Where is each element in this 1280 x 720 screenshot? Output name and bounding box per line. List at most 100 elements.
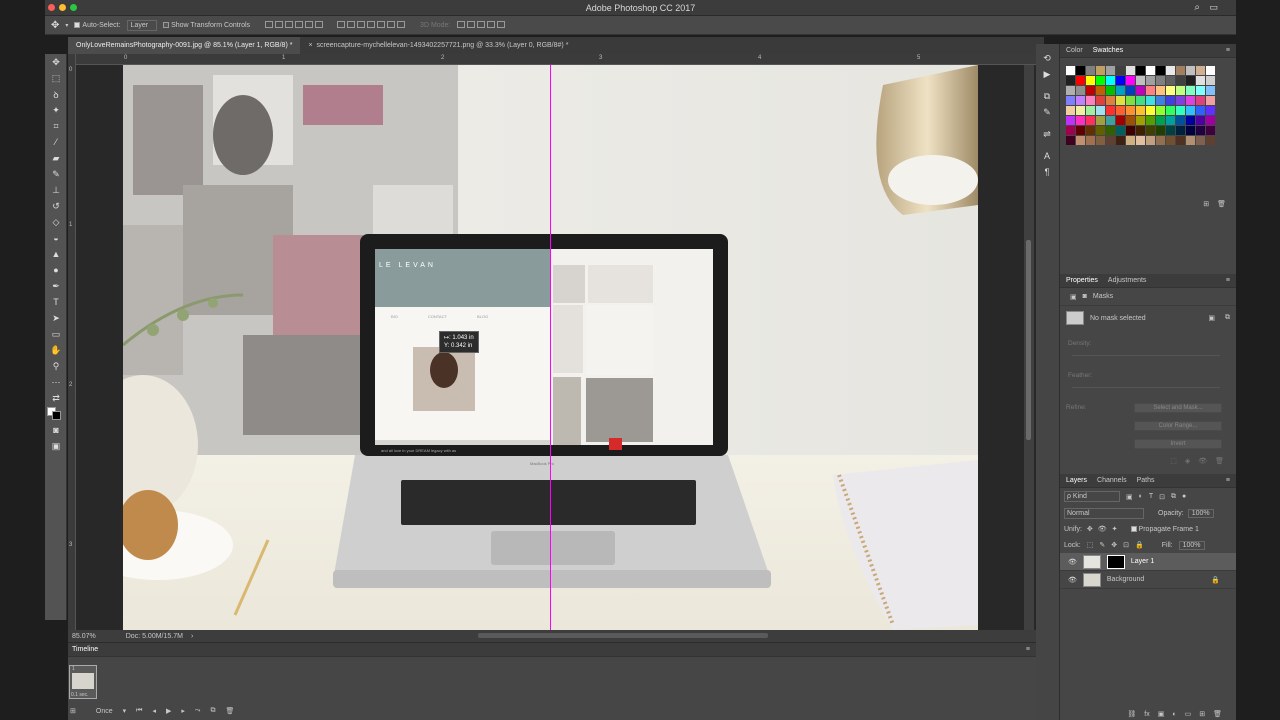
color-swatch[interactable] bbox=[1166, 116, 1175, 125]
stamp-tool-icon[interactable]: ⊥ bbox=[45, 182, 67, 198]
color-swatch[interactable] bbox=[1116, 86, 1125, 95]
color-swatch[interactable] bbox=[1196, 96, 1205, 105]
unify-position-icon[interactable]: ✥ bbox=[1087, 525, 1093, 533]
color-swatch[interactable] bbox=[1156, 76, 1165, 85]
filter-type-icon[interactable]: T bbox=[1149, 493, 1153, 500]
auto-select-checkbox[interactable]: Auto-Select: bbox=[74, 22, 121, 29]
color-swatch[interactable] bbox=[1156, 136, 1165, 145]
color-swatch[interactable] bbox=[1206, 116, 1215, 125]
color-swatch[interactable] bbox=[1096, 126, 1105, 135]
color-swatch[interactable] bbox=[1066, 76, 1075, 85]
color-swatch[interactable] bbox=[1106, 66, 1115, 75]
tab-channels[interactable]: Channels bbox=[1097, 477, 1127, 484]
tween-icon[interactable]: ⤳ bbox=[195, 707, 201, 715]
color-swatch[interactable] bbox=[1086, 126, 1095, 135]
color-swatch[interactable] bbox=[1096, 66, 1105, 75]
duplicate-frame-icon[interactable]: ⧉ bbox=[210, 707, 215, 715]
color-swatch[interactable] bbox=[1146, 76, 1155, 85]
color-swatch[interactable] bbox=[1196, 126, 1205, 135]
search-icon[interactable]: ⌕ bbox=[1194, 2, 1200, 13]
filter-pixel-icon[interactable]: ▣ bbox=[1126, 493, 1133, 501]
color-swatch[interactable] bbox=[1126, 76, 1135, 85]
propagate-checkbox[interactable]: Propagate Frame 1 bbox=[1130, 526, 1199, 533]
layer-mask-thumbnail[interactable] bbox=[1106, 554, 1125, 569]
color-swatch[interactable] bbox=[1196, 76, 1205, 85]
dodge-tool-icon[interactable]: ● bbox=[45, 262, 67, 278]
color-swatch[interactable] bbox=[1146, 116, 1155, 125]
color-swatch[interactable] bbox=[1106, 76, 1115, 85]
layer-row-background[interactable]: 👁 Background 🔒 bbox=[1060, 571, 1236, 589]
color-swatch[interactable] bbox=[1076, 66, 1085, 75]
color-swatches[interactable] bbox=[45, 406, 67, 422]
color-swatch[interactable] bbox=[1116, 136, 1125, 145]
color-swatch[interactable] bbox=[1196, 136, 1205, 145]
filter-toggle-icon[interactable]: ● bbox=[1182, 493, 1186, 500]
layer-name[interactable]: Layer 1 bbox=[1131, 558, 1154, 565]
align-buttons[interactable] bbox=[264, 20, 324, 30]
color-swatch[interactable] bbox=[1106, 86, 1115, 95]
blur-tool-icon[interactable]: ▲ bbox=[45, 246, 67, 262]
color-swatch[interactable] bbox=[1096, 136, 1105, 145]
tab-onlyloveremains[interactable]: OnlyLoveRemainsPhotography-0091.jpg @ 85… bbox=[68, 37, 301, 54]
color-swatch[interactable] bbox=[1186, 126, 1195, 135]
history-icon[interactable]: ⟲ bbox=[1036, 50, 1058, 66]
brushes-icon[interactable]: ✎ bbox=[1036, 104, 1058, 120]
lock-position-icon[interactable]: ✥ bbox=[1111, 541, 1117, 549]
color-swatch[interactable] bbox=[1096, 76, 1105, 85]
color-swatch[interactable] bbox=[1136, 126, 1145, 135]
kind-filter-dropdown[interactable]: ρ Kind bbox=[1064, 491, 1120, 502]
load-selection-icon[interactable]: ⬚ bbox=[1170, 457, 1177, 465]
pen-tool-icon[interactable]: ✒ bbox=[45, 278, 67, 294]
color-swatch[interactable] bbox=[1156, 86, 1165, 95]
eraser-icon[interactable]: ◇ bbox=[45, 214, 67, 230]
workspace-icon[interactable]: ▭ bbox=[1209, 2, 1218, 13]
color-swatch[interactable] bbox=[1206, 66, 1215, 75]
color-swatch[interactable] bbox=[1136, 136, 1145, 145]
brush-tool-icon[interactable]: ✎ bbox=[45, 166, 67, 182]
paragraph-icon[interactable]: ¶ bbox=[1036, 164, 1058, 180]
eye-icon[interactable]: 👁 bbox=[1068, 558, 1077, 566]
swap-colors-icon[interactable]: ⇄ bbox=[45, 390, 67, 406]
color-swatch[interactable] bbox=[1096, 96, 1105, 105]
color-swatch[interactable] bbox=[1186, 116, 1195, 125]
color-swatch[interactable] bbox=[1186, 136, 1195, 145]
tab-properties[interactable]: Properties bbox=[1066, 277, 1098, 284]
color-swatch[interactable] bbox=[1086, 96, 1095, 105]
color-swatch[interactable] bbox=[1176, 86, 1185, 95]
color-swatch[interactable] bbox=[1076, 106, 1085, 115]
tab-paths[interactable]: Paths bbox=[1137, 477, 1155, 484]
tab-layers[interactable]: Layers bbox=[1066, 477, 1087, 484]
color-swatch[interactable] bbox=[1106, 106, 1115, 115]
color-swatch[interactable] bbox=[1166, 136, 1175, 145]
color-swatch[interactable] bbox=[1166, 66, 1175, 75]
color-swatch[interactable] bbox=[1176, 96, 1185, 105]
opacity-input[interactable]: 100% bbox=[1187, 508, 1214, 518]
move-tool-icon[interactable]: ✥ bbox=[45, 54, 67, 70]
color-swatch[interactable] bbox=[1116, 96, 1125, 105]
color-swatch[interactable] bbox=[1116, 116, 1125, 125]
select-and-mask-button[interactable]: Select and Mask... bbox=[1134, 403, 1222, 413]
color-swatch[interactable] bbox=[1136, 96, 1145, 105]
dropdown-arrow-icon[interactable]: ▾ bbox=[65, 22, 68, 29]
vector-mask-icon[interactable]: ◙ bbox=[1083, 293, 1087, 300]
color-swatch[interactable] bbox=[1156, 66, 1165, 75]
color-swatch[interactable] bbox=[1136, 76, 1145, 85]
color-swatch[interactable] bbox=[1196, 116, 1205, 125]
lock-all-icon[interactable]: 🔒 bbox=[1135, 541, 1144, 549]
color-swatch[interactable] bbox=[1156, 106, 1165, 115]
color-swatch[interactable] bbox=[1166, 106, 1175, 115]
color-swatch[interactable] bbox=[1096, 106, 1105, 115]
color-swatch[interactable] bbox=[1206, 106, 1215, 115]
color-swatch[interactable] bbox=[1186, 106, 1195, 115]
color-swatch[interactable] bbox=[1136, 106, 1145, 115]
color-swatch[interactable] bbox=[1206, 76, 1215, 85]
dropdown-arrow-icon[interactable]: ▾ bbox=[123, 707, 127, 715]
healing-brush-icon[interactable]: ▰ bbox=[45, 150, 67, 166]
color-swatch[interactable] bbox=[1176, 76, 1185, 85]
panel-menu-icon[interactable]: ≡ bbox=[1026, 646, 1030, 653]
color-swatch[interactable] bbox=[1146, 106, 1155, 115]
color-swatch[interactable] bbox=[1176, 126, 1185, 135]
shape-tool-icon[interactable]: ▭ bbox=[45, 326, 67, 342]
color-swatch[interactable] bbox=[1106, 136, 1115, 145]
vertical-scrollbar[interactable] bbox=[1024, 65, 1034, 630]
